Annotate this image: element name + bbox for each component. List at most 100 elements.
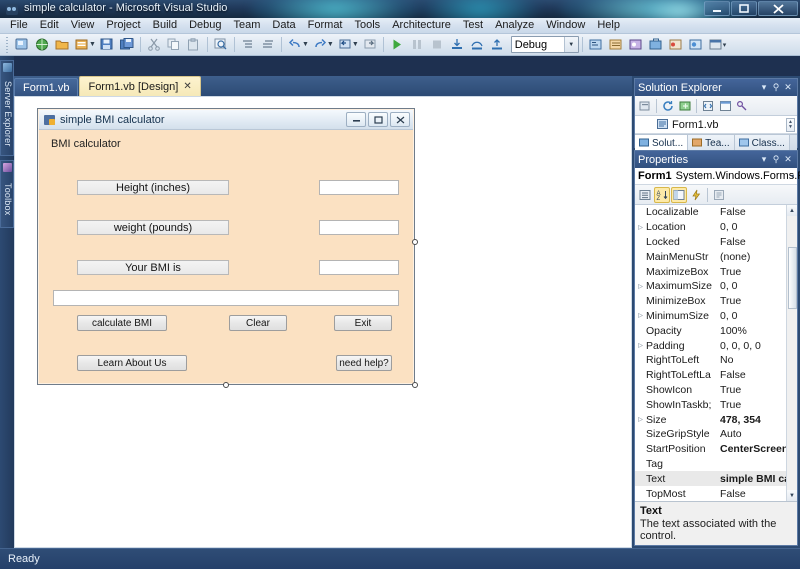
step-out-icon[interactable] xyxy=(487,35,507,54)
navigate-forward-icon[interactable] xyxy=(360,35,380,54)
property-row[interactable]: MaximizeBox True xyxy=(635,264,797,279)
dropdown-icon[interactable]: ▾ xyxy=(758,82,770,93)
form-minimize-button[interactable] xyxy=(346,112,366,127)
copy-icon[interactable] xyxy=(164,35,184,54)
start-debugging-icon[interactable] xyxy=(387,35,407,54)
design-form[interactable]: simple BMI calculator BMI calculator Hei… xyxy=(37,108,415,385)
object-browser-icon[interactable] xyxy=(626,35,646,54)
events-icon[interactable] xyxy=(688,187,704,203)
property-row-text[interactable]: Text simple BMI calc xyxy=(635,471,797,487)
property-row[interactable]: MinimizeBox True xyxy=(635,294,797,309)
menu-test[interactable]: Test xyxy=(457,18,489,33)
auto-hide-pin-icon[interactable]: ⚲ xyxy=(770,82,782,93)
property-row[interactable]: SizeGripStyle Auto xyxy=(635,427,797,442)
minimize-button[interactable] xyxy=(704,1,730,16)
properties-icon[interactable] xyxy=(637,98,653,114)
property-row[interactable]: Opacity 100% xyxy=(635,323,797,338)
sidebar-item-toolbox[interactable]: Toolbox xyxy=(0,160,14,228)
expander-icon[interactable]: ▷ xyxy=(635,416,646,423)
chevron-down-icon[interactable]: ▼ xyxy=(563,37,578,52)
categorized-icon[interactable] xyxy=(637,187,653,203)
need-help-button[interactable]: need help? xyxy=(336,355,392,371)
property-row[interactable]: ▷ Padding 0, 0, 0, 0 xyxy=(635,338,797,353)
paste-icon[interactable] xyxy=(184,35,204,54)
learn-about-us-button[interactable]: Learn About Us xyxy=(77,355,187,371)
menu-view[interactable]: View xyxy=(65,18,101,33)
property-row[interactable]: StartPosition CenterScreen xyxy=(635,442,797,457)
menu-analyze[interactable]: Analyze xyxy=(489,18,540,33)
save-all-icon[interactable] xyxy=(117,35,137,54)
property-row[interactable]: ▷ MinimumSize 0, 0 xyxy=(635,309,797,324)
property-row[interactable]: Localizable False xyxy=(635,205,797,220)
menu-format[interactable]: Format xyxy=(302,18,349,33)
maximize-button[interactable] xyxy=(731,1,757,16)
properties-window-icon[interactable] xyxy=(606,35,626,54)
chevron-down-icon[interactable]: ▼ xyxy=(327,41,334,48)
properties-object-selector[interactable]: Form1 System.Windows.Forms.Fo ▾ xyxy=(635,168,800,185)
resize-handle-right[interactable] xyxy=(412,239,418,245)
weight-label[interactable]: weight (pounds) xyxy=(77,220,229,235)
menu-data[interactable]: Data xyxy=(266,18,301,33)
solution-configuration-combobox[interactable]: Debug ▼ xyxy=(510,36,579,53)
sidebar-item-server-explorer[interactable]: Server Explorer xyxy=(0,60,14,156)
property-row[interactable]: ▷ Location 0, 0 xyxy=(635,220,797,235)
height-textbox[interactable] xyxy=(319,180,399,195)
toolbox-icon[interactable] xyxy=(646,35,666,54)
step-into-icon[interactable] xyxy=(447,35,467,54)
expander-icon[interactable]: ▷ xyxy=(635,342,646,349)
menu-file[interactable]: File xyxy=(4,18,34,33)
property-row[interactable]: RightToLeft No xyxy=(635,353,797,368)
menu-build[interactable]: Build xyxy=(147,18,183,33)
expander-icon[interactable]: ▷ xyxy=(635,312,646,319)
view-designer-icon[interactable] xyxy=(717,98,733,114)
expander-icon[interactable]: ▷ xyxy=(635,283,646,290)
menu-window[interactable]: Window xyxy=(540,18,591,33)
properties-scrollbar[interactable]: ▲ ▼ xyxy=(786,205,797,501)
properties-icon[interactable] xyxy=(671,186,687,203)
menu-architecture[interactable]: Architecture xyxy=(386,18,457,33)
chevron-down-icon[interactable]: ▼ xyxy=(352,41,359,48)
show-all-files-icon[interactable] xyxy=(677,98,693,114)
weight-textbox[interactable] xyxy=(319,220,399,235)
menu-help[interactable]: Help xyxy=(591,18,626,33)
class-view-icon[interactable] xyxy=(686,35,706,54)
view-code-icon[interactable] xyxy=(700,98,716,114)
scroll-up-icon[interactable]: ▲ xyxy=(786,205,797,216)
dropdown-icon[interactable]: ▾ xyxy=(758,154,770,165)
height-label[interactable]: Height (inches) xyxy=(77,180,229,195)
form-designer-surface[interactable]: simple BMI calculator BMI calculator Hei… xyxy=(14,96,632,548)
menu-team[interactable]: Team xyxy=(228,18,267,33)
chevron-down-icon[interactable]: ▼ xyxy=(89,41,96,48)
menu-tools[interactable]: Tools xyxy=(349,18,387,33)
auto-hide-pin-icon[interactable]: ⚲ xyxy=(770,154,782,165)
bmi-result-label[interactable]: Your BMI is xyxy=(77,260,229,275)
property-row[interactable]: ▷ Size 478, 354 xyxy=(635,412,797,427)
resize-handle-bottom[interactable] xyxy=(223,382,229,388)
scrollbar-thumb[interactable] xyxy=(788,247,797,309)
property-row[interactable]: TopMost False xyxy=(635,486,797,501)
tree-item-form1-vb[interactable]: Form1.vb xyxy=(635,116,797,134)
property-row[interactable]: MainMenuStr (none) xyxy=(635,249,797,264)
stop-icon[interactable] xyxy=(427,35,447,54)
tree-scroll-spinner[interactable]: ▲ ▼ xyxy=(786,118,795,132)
resize-handle-bottom-right[interactable] xyxy=(412,382,418,388)
property-row[interactable]: ShowInTaskb; True xyxy=(635,397,797,412)
comment-icon[interactable] xyxy=(238,35,258,54)
close-icon[interactable]: ✕ xyxy=(183,81,191,92)
tab-form1-vb[interactable]: Form1.vb xyxy=(14,78,79,96)
find-icon[interactable] xyxy=(211,35,231,54)
message-textbox[interactable] xyxy=(53,290,399,306)
toolbar-grip[interactable] xyxy=(4,36,10,53)
cut-icon[interactable] xyxy=(144,35,164,54)
menu-edit[interactable]: Edit xyxy=(34,18,65,33)
form-maximize-button[interactable] xyxy=(368,112,388,127)
menu-project[interactable]: Project xyxy=(100,18,146,33)
property-row[interactable]: RightToLeftLa False xyxy=(635,368,797,383)
toolbar-overflow-icon[interactable]: ▾ xyxy=(723,41,727,49)
scroll-down-icon[interactable]: ▼ xyxy=(788,125,793,130)
open-file-icon[interactable] xyxy=(52,35,72,54)
pause-icon[interactable] xyxy=(407,35,427,54)
chevron-down-icon[interactable]: ▾ xyxy=(791,173,794,180)
view-class-diagram-icon[interactable] xyxy=(734,98,750,114)
property-row[interactable]: Tag xyxy=(635,457,797,472)
